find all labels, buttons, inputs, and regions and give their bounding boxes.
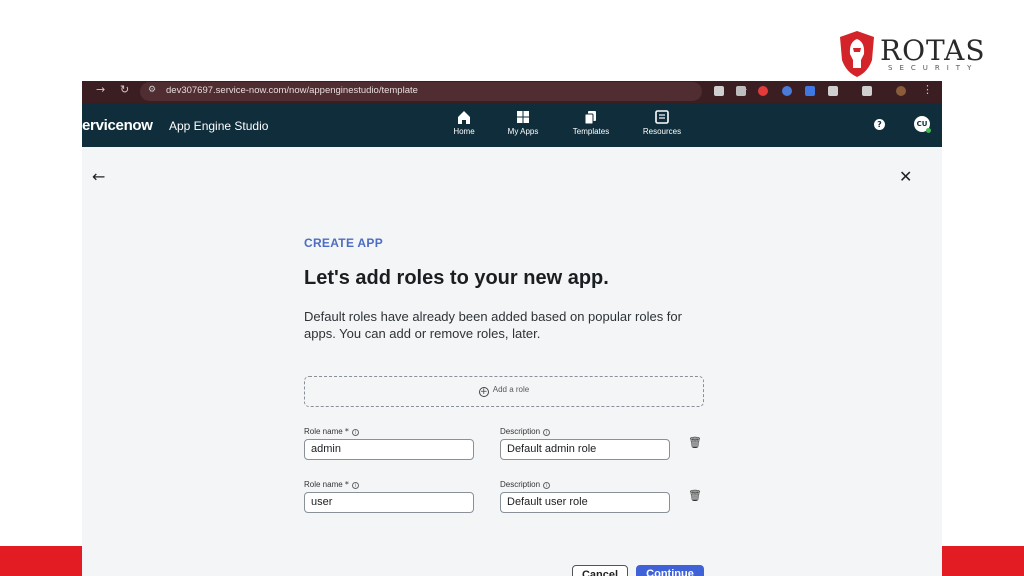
- extension-icon[interactable]: [758, 86, 768, 96]
- extension-icon[interactable]: [714, 86, 724, 96]
- servicenow-logo[interactable]: ervicenow: [82, 117, 153, 134]
- help-icon[interactable]: ?: [874, 119, 885, 130]
- nav-resources[interactable]: Resources: [627, 109, 697, 136]
- browser-window: → ↻ ⚙ dev307697.service-now.com/now/appe…: [82, 81, 942, 576]
- add-role-label: Add a role: [492, 385, 530, 394]
- menu-dots-icon[interactable]: ⋮: [922, 83, 933, 96]
- trash-icon[interactable]: 🗑: [688, 489, 702, 502]
- nav-templates[interactable]: Templates: [556, 109, 626, 136]
- description-input[interactable]: Default user role: [500, 492, 670, 513]
- puzzle-icon[interactable]: [828, 86, 838, 96]
- role-name-label: Role name * i: [304, 427, 359, 436]
- role-name-input[interactable]: user: [304, 492, 474, 513]
- continue-button[interactable]: Continue: [636, 565, 704, 576]
- url-text: dev307697.service-now.com/now/appengines…: [166, 85, 418, 96]
- app-engine-studio-title: App Engine Studio: [169, 119, 269, 133]
- logo-wordmark: ROTAS: [880, 34, 986, 67]
- nav-label: Resources: [642, 127, 682, 136]
- info-icon[interactable]: i: [351, 429, 359, 436]
- add-role-button[interactable]: + Add a role: [304, 376, 704, 407]
- create-app-eyebrow: CREATE APP: [304, 236, 384, 250]
- description-label-text: Description: [500, 427, 541, 436]
- browser-toolbar: → ↻ ⚙ dev307697.service-now.com/now/appe…: [82, 81, 942, 103]
- info-icon[interactable]: i: [351, 482, 359, 489]
- role-name-label-text: Role name: [304, 480, 343, 489]
- slide-red-band-left: [0, 546, 82, 576]
- role-name-label-text: Role name: [304, 427, 343, 436]
- role-name-input[interactable]: admin: [304, 439, 474, 460]
- grid-icon: [517, 111, 529, 123]
- close-icon[interactable]: ✕: [899, 167, 912, 186]
- profile-icon[interactable]: [896, 86, 906, 96]
- role-name-label: Role name * i: [304, 480, 359, 489]
- page-title: Let's add roles to your new app.: [304, 267, 609, 289]
- back-arrow-icon[interactable]: ←: [92, 167, 105, 186]
- description-label-text: Description: [500, 480, 541, 489]
- tune-icon[interactable]: ⚙: [148, 85, 156, 95]
- required-asterisk: *: [344, 427, 349, 436]
- nav-my-apps[interactable]: My Apps: [488, 109, 558, 136]
- nav-label: Templates: [572, 127, 610, 136]
- book-icon: [655, 110, 669, 124]
- forward-icon[interactable]: →: [96, 83, 105, 96]
- extension-icon[interactable]: [782, 86, 792, 96]
- logo-subtitle: SECURITY: [888, 64, 979, 72]
- cancel-button[interactable]: Cancel: [572, 565, 628, 576]
- page-description: Default roles have already been added ba…: [304, 309, 682, 341]
- copy-icon: [584, 111, 596, 125]
- trash-icon[interactable]: 🗑: [688, 436, 702, 449]
- rotas-security-logo: ROTAS SECURITY: [836, 30, 986, 80]
- shield-icon: [840, 31, 874, 77]
- extension-icon[interactable]: [805, 86, 815, 96]
- add-circle-icon: +: [478, 387, 489, 397]
- info-icon[interactable]: i: [543, 429, 551, 436]
- slide-red-band-right: [942, 546, 1024, 576]
- status-dot: [926, 128, 931, 133]
- address-bar[interactable]: ⚙ dev307697.service-now.com/now/appengin…: [140, 82, 748, 101]
- description-label: Description i: [500, 427, 551, 436]
- extension-icon[interactable]: [736, 86, 746, 96]
- tab-search-icon[interactable]: [862, 86, 872, 96]
- required-asterisk: *: [344, 480, 349, 489]
- app-header: ervicenow App Engine Studio Home My Apps…: [82, 103, 942, 147]
- description-label: Description i: [500, 480, 551, 489]
- nav-label: My Apps: [507, 127, 539, 136]
- reload-icon[interactable]: ↻: [120, 83, 129, 96]
- description-input[interactable]: Default admin role: [500, 439, 670, 460]
- info-icon[interactable]: i: [543, 482, 551, 489]
